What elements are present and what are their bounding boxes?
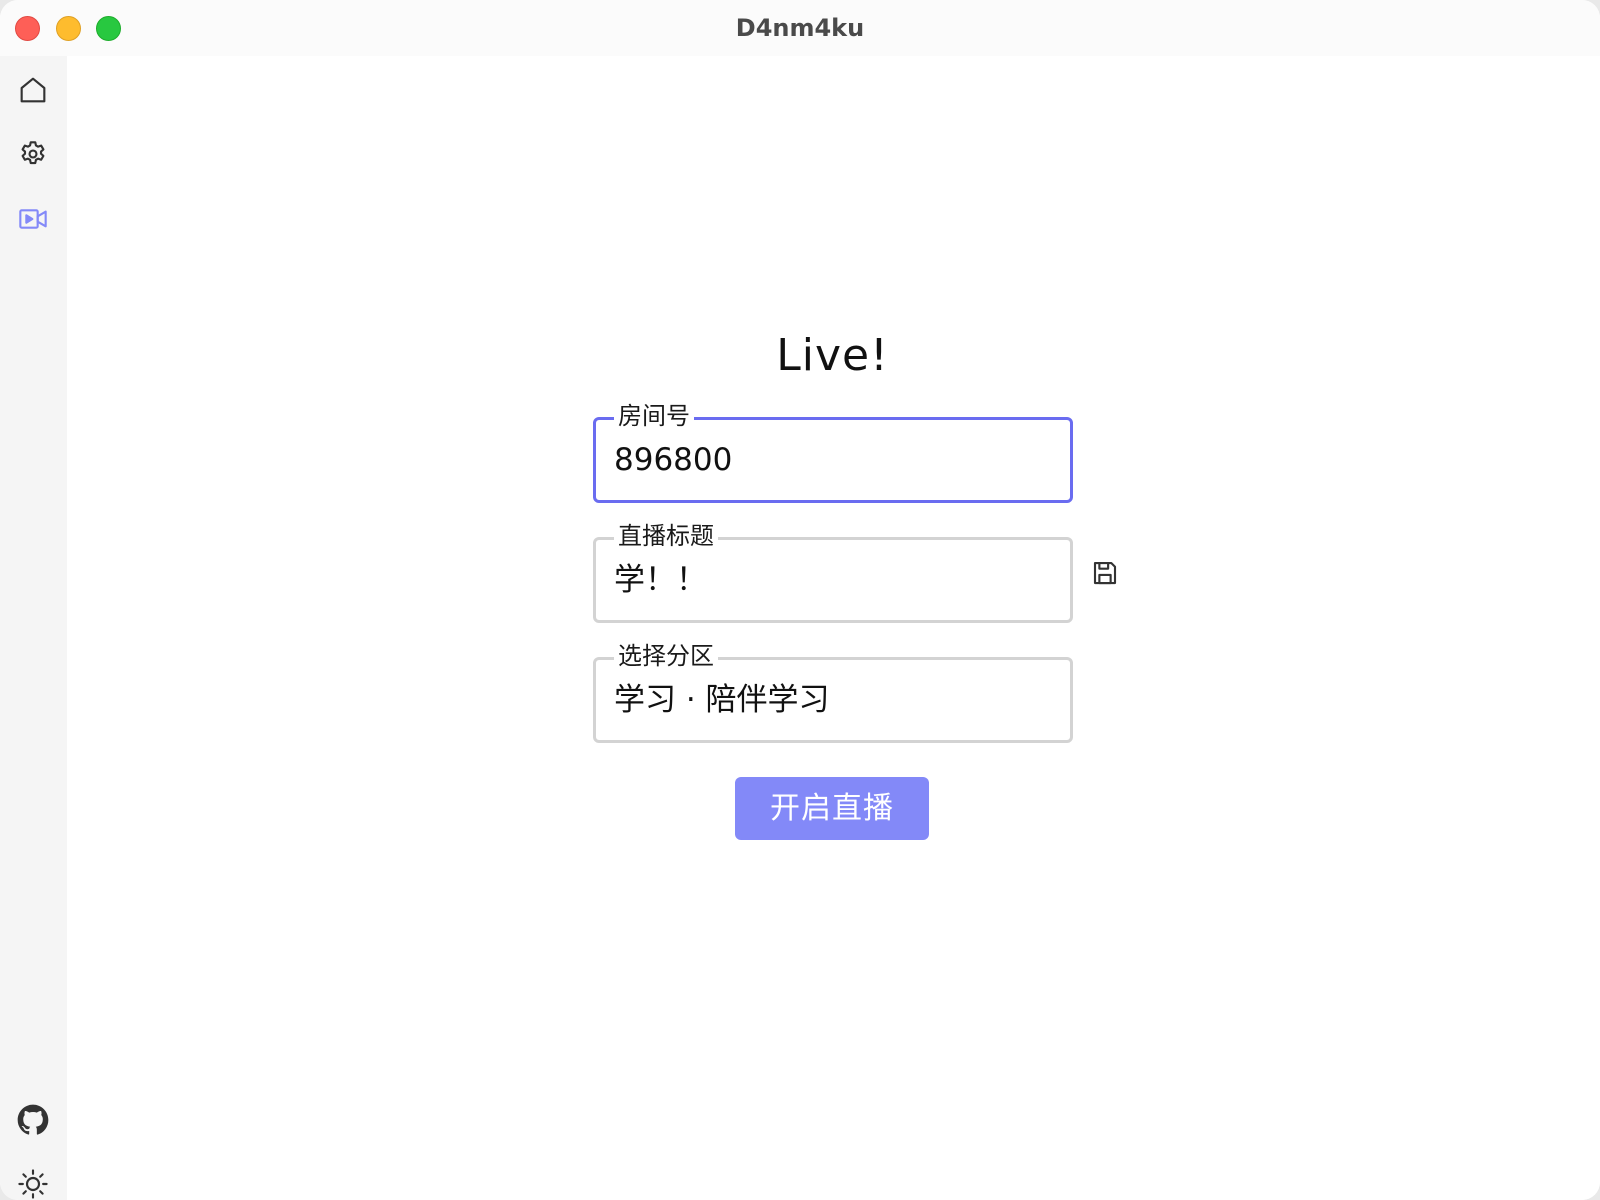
room-number-field[interactable]: 房间号 896800 [593, 400, 1073, 503]
sidebar [0, 56, 67, 1200]
github-icon[interactable] [15, 1102, 51, 1138]
page-title: Live! [776, 330, 889, 381]
title-bar: D4nm4ku [0, 0, 1600, 56]
stream-title-input[interactable]: 学！！ [614, 560, 1054, 600]
gear-icon[interactable] [15, 136, 51, 172]
app-window: D4nm4ku Live! 房间号 896800 直播标题 学！！ 选择分区 学… [0, 0, 1600, 1200]
sun-icon[interactable] [15, 1166, 51, 1200]
video-camera-icon[interactable] [15, 201, 51, 237]
window-title: D4nm4ku [735, 14, 865, 42]
stream-title-field[interactable]: 直播标题 学！！ [593, 520, 1073, 623]
live-panel [67, 56, 1600, 1200]
stream-title-label: 直播标题 [614, 520, 718, 552]
start-live-button[interactable]: 开启直播 [735, 777, 929, 840]
category-select-value[interactable]: 学习 · 陪伴学习 [614, 680, 1054, 720]
room-number-label: 房间号 [614, 400, 694, 432]
category-select-label: 选择分区 [614, 640, 718, 672]
room-number-input[interactable]: 896800 [614, 440, 1054, 480]
save-icon[interactable] [1087, 555, 1123, 591]
home-icon[interactable] [15, 72, 51, 108]
category-select-field[interactable]: 选择分区 学习 · 陪伴学习 [593, 640, 1073, 743]
